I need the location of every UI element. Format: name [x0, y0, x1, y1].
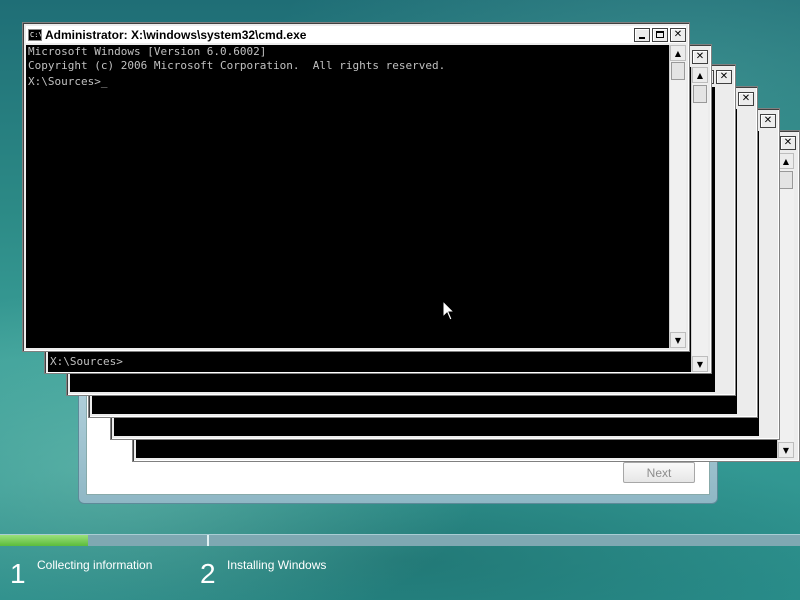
next-button[interactable]: Next: [623, 462, 695, 483]
close-button[interactable]: ✕: [760, 113, 776, 128]
vertical-scrollbar[interactable]: ▲ ▼: [691, 67, 708, 372]
progress-fill: [0, 535, 88, 546]
mouse-cursor-icon: [443, 301, 455, 321]
close-button[interactable]: ✕: [716, 69, 732, 84]
scroll-thumb[interactable]: [693, 85, 707, 103]
scroll-down-arrow-icon[interactable]: ▼: [692, 356, 708, 372]
title-bar[interactable]: C:\ Administrator: X:\windows\system32\c…: [26, 26, 686, 43]
scroll-thumb[interactable]: [779, 171, 793, 189]
scroll-up-arrow-icon[interactable]: ▲: [778, 153, 794, 169]
console-app-icon: C:\: [28, 28, 42, 41]
setup-progress-bar: [0, 534, 800, 546]
scroll-up-arrow-icon[interactable]: ▲: [692, 67, 708, 83]
scroll-thumb[interactable]: [671, 62, 685, 80]
minimize-button[interactable]: [634, 27, 650, 42]
console-line: Microsoft Windows [Version 6.0.6002]: [28, 45, 267, 58]
window-title: Administrator: X:\windows\system32\cmd.e…: [45, 27, 307, 42]
maximize-button[interactable]: [652, 27, 668, 42]
close-button[interactable]: ✕: [780, 135, 796, 150]
step-number: 2: [200, 558, 216, 589]
command-prompt[interactable]: X:\Sources>_: [26, 75, 669, 89]
step-label: Installing Windows: [227, 558, 327, 572]
close-button[interactable]: ✕: [738, 91, 754, 106]
vertical-scrollbar[interactable]: ▲ ▼: [669, 45, 686, 348]
close-button[interactable]: ✕: [670, 27, 686, 42]
cmd-window-active[interactable]: C:\ Administrator: X:\windows\system32\c…: [22, 22, 690, 352]
scroll-down-arrow-icon[interactable]: ▼: [778, 442, 794, 458]
step-number: 1: [10, 558, 26, 589]
console-line: Copyright (c) 2006 Microsoft Corporation…: [28, 59, 446, 72]
console-area[interactable]: Microsoft Windows [Version 6.0.6002] Cop…: [26, 45, 669, 348]
scroll-down-arrow-icon[interactable]: ▼: [670, 332, 686, 348]
console-output: X:\Sources>: [50, 355, 123, 368]
progress-step-divider: [207, 535, 209, 546]
scroll-up-arrow-icon[interactable]: ▲: [670, 45, 686, 61]
step-label: Collecting information: [37, 558, 153, 572]
close-button[interactable]: ✕: [692, 49, 708, 64]
